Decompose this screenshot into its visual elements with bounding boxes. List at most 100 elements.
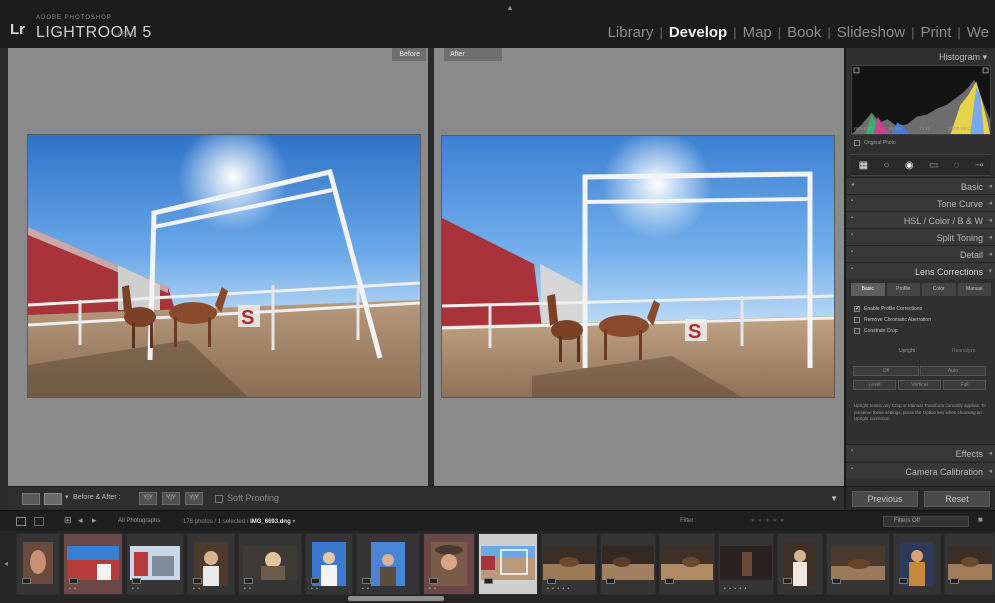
red-eye-icon[interactable]: ◉ [905, 160, 914, 171]
module-map[interactable]: Map [737, 24, 778, 41]
filmstrip-thumbnail[interactable]: • • [187, 533, 235, 595]
checkbox[interactable] [854, 317, 860, 323]
section-effects[interactable]: ▪ Effects ◂ [846, 444, 995, 461]
rating-dots: • • [193, 586, 201, 592]
filmstrip-thumbnail[interactable]: • • [305, 533, 353, 595]
radial-filter-icon[interactable]: ◌ [954, 160, 960, 171]
graduated-filter-icon[interactable]: ▭ [929, 160, 938, 171]
before-pane[interactable]: Before S [8, 48, 428, 486]
section-basic[interactable]: ◂ Basic ◂ [846, 177, 995, 194]
monitor-secondary-icon[interactable] [34, 517, 44, 526]
module-print[interactable]: Print [915, 24, 958, 41]
triangle-up-icon[interactable]: ▲ [506, 3, 514, 12]
histogram[interactable] [851, 65, 991, 135]
filmstrip-thumbnail[interactable]: • • [238, 533, 302, 595]
filmstrip-thumbnail[interactable]: • • • • • [718, 533, 774, 595]
tab-color[interactable]: Color [922, 283, 956, 296]
section-tone-curve[interactable]: ▪ Tone Curve ◂ [846, 194, 995, 211]
tab-profile[interactable]: Profile [886, 283, 920, 296]
filter-preset-select[interactable]: Filters Off [883, 516, 969, 527]
flag-badge [132, 578, 141, 584]
lens-corrections-tabs: Basic Profile Color Manual [851, 283, 991, 296]
left-panel-collapsed[interactable] [0, 48, 8, 510]
loupe-view-button[interactable] [22, 493, 40, 505]
enable-profile-corrections-option[interactable]: ✓ Enable Profile Corrections [854, 306, 922, 312]
adjustment-brush-icon[interactable]: ⊸ [975, 160, 983, 171]
module-develop[interactable]: Develop [663, 24, 733, 41]
chevron-down-icon[interactable]: ▾ [65, 493, 69, 501]
copy-before-to-after-button[interactable]: Y|Y [139, 492, 157, 505]
module-picker: Library | Develop | Map | Book | Slidesh… [602, 24, 995, 41]
filmstrip-thumbnail[interactable] [826, 533, 890, 595]
histogram-title: Histogram [938, 52, 980, 62]
tab-manual[interactable]: Manual [957, 283, 991, 296]
section-detail[interactable]: ▪ Detail ◂ [846, 245, 995, 262]
tab-basic[interactable]: Basic [851, 283, 885, 296]
module-web[interactable]: We [961, 24, 995, 41]
upright-help-text: Upright resets any Crop or Manual Transf… [854, 403, 986, 421]
flag-badge [429, 578, 438, 584]
toolbar-options-icon[interactable]: ▼ [830, 494, 838, 503]
histogram-header[interactable]: Histogram ▾ [846, 48, 995, 65]
filmstrip-thumbnail[interactable] [893, 533, 941, 595]
filmstrip-thumbnail[interactable] [659, 533, 715, 595]
section-camera-calibration[interactable]: ▪ Camera Calibration ◂ [846, 462, 995, 479]
filmstrip-thumbnail[interactable]: • • [356, 533, 420, 595]
upright-auto-button[interactable]: Auto [920, 366, 986, 376]
current-filename[interactable]: IMG_6693.dng [250, 519, 291, 525]
source-label[interactable]: All Photographs [118, 518, 160, 524]
upright-level-button[interactable]: Level [853, 380, 896, 390]
upright-vertical-button[interactable]: Vertical [898, 380, 941, 390]
filmstrip-thumbnail[interactable]: • • [63, 533, 123, 595]
filmstrip-thumbnail[interactable]: • • • • • [541, 533, 597, 595]
before-photo[interactable]: S [28, 135, 420, 397]
arrow-right-icon[interactable]: ▸ [92, 515, 97, 526]
filmstrip-scrollbar[interactable] [348, 596, 444, 601]
swap-before-after-button[interactable]: Y|Y [185, 492, 203, 505]
remove-chromatic-aberration-option[interactable]: Remove Chromatic Aberration [854, 317, 931, 323]
rating-filter[interactable]: ★★★★★ [750, 517, 787, 524]
before-after-view-button[interactable] [44, 493, 62, 505]
checkbox-checked[interactable]: ✓ [854, 306, 860, 312]
section-lens-corrections[interactable]: ▪ Lens Corrections ▾ [846, 262, 995, 279]
module-slideshow[interactable]: Slideshow [831, 24, 911, 41]
section-hsl-color-bw[interactable]: ▪ HSL / Color / B & W ◂ [846, 211, 995, 228]
thumbnail-image [543, 546, 595, 580]
monitor-icon[interactable] [16, 517, 26, 526]
constrain-crop-option[interactable]: Constrain Crop [854, 328, 898, 334]
section-split-toning[interactable]: ▪ Split Toning ◂ [846, 228, 995, 245]
histogram-readout: ISO 100 16 mm f / 11 1/500 SEC [854, 126, 970, 131]
spot-removal-icon[interactable]: ○ [883, 160, 889, 171]
section-label: Camera Calibration [905, 467, 983, 477]
beta-label: BETA [118, 32, 134, 38]
photo-count: 176 photos / 1 selected / IMG_6693.dng ▾ [183, 519, 296, 525]
crop-grid-icon[interactable]: ▦ [859, 160, 868, 171]
filmstrip-thumbnail[interactable]: • • [126, 533, 184, 595]
copy-after-to-before-button[interactable]: Y|Y [162, 492, 180, 505]
original-photo-checkbox[interactable] [854, 140, 860, 146]
filmstrip-thumbnail[interactable] [777, 533, 823, 595]
module-book[interactable]: Book [781, 24, 827, 41]
flag-badge [899, 578, 908, 584]
rating-dots: • • • • • [547, 586, 571, 592]
arrow-left-icon[interactable]: ◂ [78, 515, 83, 526]
filmstrip-thumbnail-selected[interactable] [478, 533, 538, 595]
checkbox[interactable] [854, 328, 860, 334]
filmstrip-thumbnail[interactable]: • • [423, 533, 475, 595]
lock-icon[interactable]: ■ [978, 515, 983, 524]
after-pane[interactable]: After S [434, 48, 844, 486]
module-library[interactable]: Library [602, 24, 660, 41]
filmstrip-thumbnail[interactable] [944, 533, 995, 595]
upright-off-button[interactable]: Off [853, 366, 919, 376]
soft-proofing-checkbox[interactable] [215, 495, 223, 503]
after-photo[interactable]: S [442, 136, 834, 397]
before-after-label: Before & After : [73, 494, 121, 501]
filmstrip-thumbnail[interactable] [16, 533, 60, 595]
previous-button[interactable]: Previous [852, 491, 918, 507]
grid-icon[interactable]: ⊞ [64, 515, 72, 526]
reset-button[interactable]: Reset [924, 491, 990, 507]
upright-full-button[interactable]: Full [943, 380, 986, 390]
filmstrip-thumbnail[interactable] [600, 533, 656, 595]
reanalyze-link[interactable]: Reanalyze [952, 348, 976, 354]
triangle-left-icon[interactable]: ◂ [4, 559, 8, 568]
